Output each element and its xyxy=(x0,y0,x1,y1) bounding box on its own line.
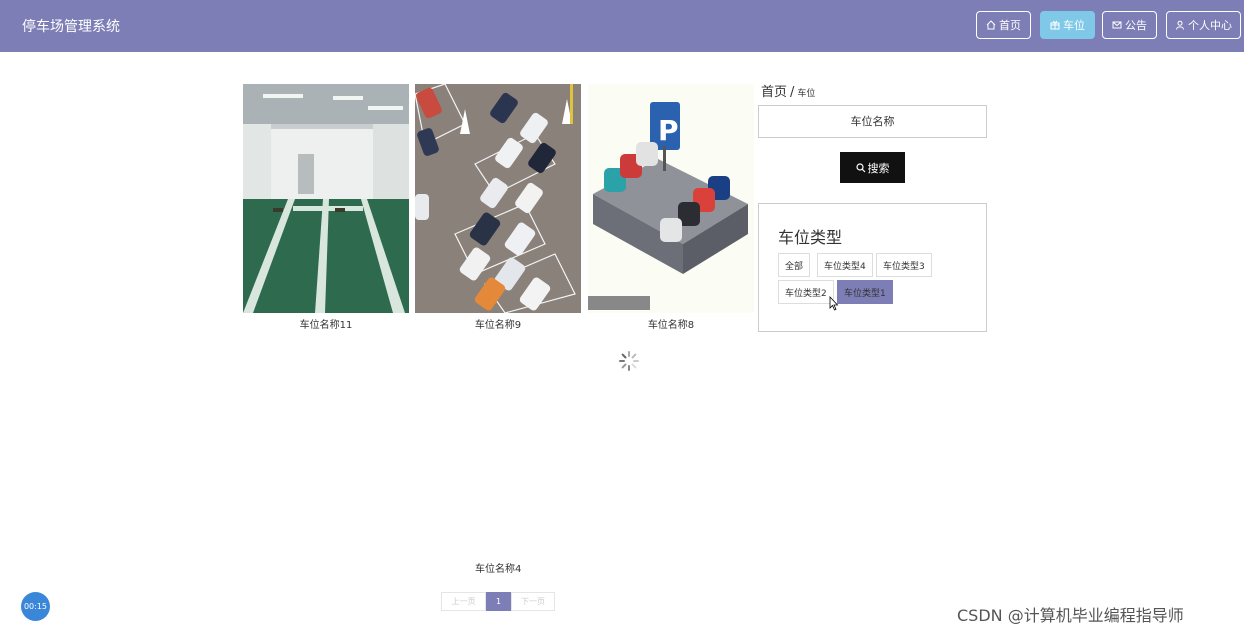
search-button[interactable]: 搜索 xyxy=(840,152,905,183)
watermark: CSDN @计算机毕业编程指导师 xyxy=(957,606,1184,625)
loading-spinner-icon xyxy=(619,351,639,371)
nav-profile-label: 个人中心 xyxy=(1188,19,1232,32)
breadcrumb-current: 车位 xyxy=(797,89,816,99)
search-button-label: 搜索 xyxy=(867,162,890,175)
parking-card[interactable]: 车位名称11 xyxy=(243,84,409,331)
nav-home-button[interactable]: 首页 xyxy=(976,11,1031,39)
type-tag-2[interactable]: 车位类型2 xyxy=(778,280,834,304)
type-tag-all[interactable]: 全部 xyxy=(778,253,811,277)
type-tag-1[interactable]: 车位类型1 xyxy=(837,280,893,304)
search-icon xyxy=(855,162,865,172)
parking-type-title: 车位类型 xyxy=(778,228,843,247)
top-bar: 停车场管理系统 首页 车位 公告 个人中心 xyxy=(0,0,1244,52)
parking-card-title[interactable]: 车位名称9 xyxy=(415,316,581,331)
parking-type-panel: 车位类型 全部 车位类型4 车位类型3 车位类型2 车位类型1 xyxy=(758,203,987,332)
breadcrumb-home[interactable]: 首页 xyxy=(761,85,787,100)
prev-page-button[interactable]: 上一页 xyxy=(441,592,486,611)
mouse-cursor-icon xyxy=(829,296,839,311)
nav-notice-button[interactable]: 公告 xyxy=(1102,11,1157,39)
user-icon xyxy=(1176,20,1184,30)
parking-card-title[interactable]: 车位名称8 xyxy=(588,316,754,331)
page-number-button[interactable]: 1 xyxy=(486,592,511,611)
nav-parking-label: 车位 xyxy=(1063,19,1085,32)
nav-parking-button[interactable]: 车位 xyxy=(1040,11,1095,39)
parking-card[interactable]: 车位名称9 xyxy=(415,84,581,331)
nav-notice-label: 公告 xyxy=(1125,19,1147,32)
app-title: 停车场管理系统 xyxy=(22,19,120,35)
timer-badge: 00:15 xyxy=(21,592,50,621)
breadcrumb-separator: / xyxy=(790,85,795,100)
parking-card-title[interactable]: 车位名称4 xyxy=(475,560,521,575)
parking-image[interactable] xyxy=(243,84,409,313)
mail-icon xyxy=(1112,21,1122,29)
nav-profile-button[interactable]: 个人中心 xyxy=(1166,11,1241,39)
svg-text:P: P xyxy=(658,114,679,147)
type-tag-3[interactable]: 车位类型3 xyxy=(876,253,932,277)
search-input[interactable] xyxy=(758,105,987,138)
parking-card[interactable]: P 车位名称8 xyxy=(588,84,754,331)
parking-image[interactable]: P xyxy=(588,84,754,313)
parking-image[interactable] xyxy=(415,84,581,313)
home-icon xyxy=(986,20,996,30)
nav-home-label: 首页 xyxy=(999,19,1021,32)
parking-card-title[interactable]: 车位名称11 xyxy=(243,316,409,331)
breadcrumb: 首页 / 车位 xyxy=(761,81,815,100)
type-tag-4[interactable]: 车位类型4 xyxy=(817,253,873,277)
next-page-button[interactable]: 下一页 xyxy=(511,592,555,611)
parking-icon xyxy=(1050,20,1060,30)
